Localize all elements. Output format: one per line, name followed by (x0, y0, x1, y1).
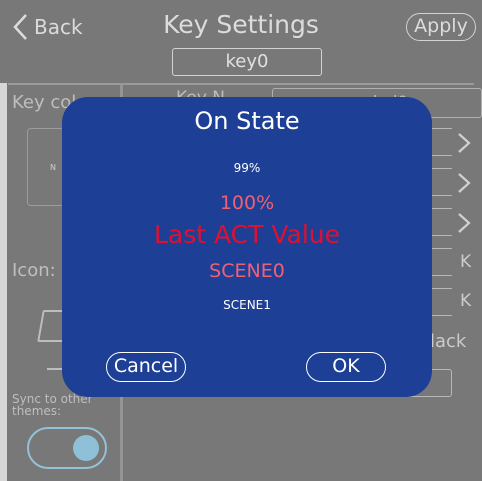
option-last-act-value[interactable]: Last ACT Value (62, 220, 432, 249)
ok-button[interactable]: OK (306, 352, 386, 382)
k-label: K (460, 252, 472, 272)
option-scene0[interactable]: SCENE0 (62, 260, 432, 282)
chevron-right-icon[interactable] (456, 211, 472, 235)
chevron-right-icon[interactable] (456, 171, 472, 195)
option-scene1[interactable]: SCENE1 (62, 298, 432, 312)
on-state-dialog: On State 99% 100% Last ACT Value SCENE0 … (62, 97, 432, 397)
toggle-knob (73, 435, 99, 461)
icon-label: Icon: (12, 260, 56, 281)
cancel-button[interactable]: Cancel (106, 352, 186, 382)
chevron-right-icon[interactable] (456, 131, 472, 155)
apply-button[interactable]: Apply (406, 13, 476, 41)
option-100-percent[interactable]: 100% (62, 192, 432, 214)
option-99-percent[interactable]: 99% (62, 161, 432, 175)
key-name-field[interactable]: key0 (172, 48, 322, 76)
header-divider (8, 83, 474, 85)
color-swatch-text: N (50, 163, 56, 172)
k-label: K (460, 291, 472, 311)
sync-toggle[interactable] (27, 427, 107, 469)
background-label: lack (430, 331, 467, 352)
key-settings-screen: Back Key Settings Apply key0 Key col N I… (0, 0, 482, 481)
left-edge-strip (0, 83, 7, 481)
dialog-title: On State (194, 107, 300, 135)
